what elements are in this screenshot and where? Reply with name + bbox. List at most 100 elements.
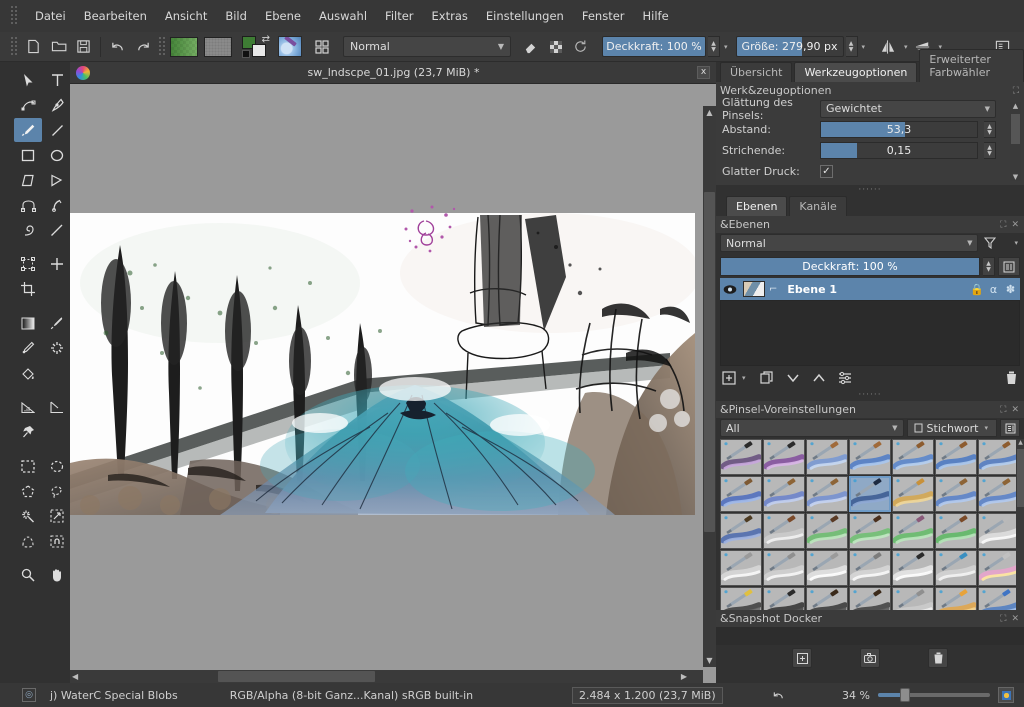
tab-erweiterter-farbwaehler[interactable]: Erweiterter Farbwähler (919, 49, 1024, 82)
tool-measure[interactable] (14, 395, 42, 419)
menu-einstellungen[interactable]: Einstellungen (477, 5, 573, 27)
mirror-horizontal-icon[interactable] (877, 35, 900, 58)
menu-datei[interactable]: Datei (26, 5, 75, 27)
brush-preset[interactable] (806, 439, 848, 475)
tool-assistant[interactable] (43, 395, 71, 419)
brush-preset[interactable] (978, 513, 1020, 549)
docker-splitter-2[interactable]: ······ (716, 390, 1024, 401)
layer-blend-combo[interactable]: Normal ▼ (720, 234, 978, 252)
zoom-slider[interactable] (878, 693, 990, 697)
filter-dropdown-icon[interactable]: ▾ (1012, 239, 1020, 247)
tab-kanaele[interactable]: Kanäle (789, 196, 846, 216)
layer-properties-button[interactable] (838, 371, 852, 385)
document-tab[interactable]: sw_lndscpe_01.jpg (23,7 MiB) * x (70, 62, 716, 84)
tool-multibrush[interactable] (43, 218, 71, 242)
brush-preset[interactable] (935, 476, 977, 512)
alpha-lock-icon[interactable]: α (987, 283, 1000, 296)
brush-preset[interactable] (892, 476, 934, 512)
canvas-viewport[interactable]: ▲ ▼ ◀ ▶ (70, 84, 716, 683)
tool-select-rectangle[interactable] (14, 454, 42, 478)
tool-polyline[interactable] (43, 168, 71, 192)
brush-preset[interactable] (763, 439, 805, 475)
opacity-stepper[interactable]: ▲▼ (708, 36, 720, 57)
tool-select-magic-wand[interactable] (14, 504, 42, 528)
workspace-icon[interactable] (310, 35, 333, 58)
vertical-scroll-thumb[interactable] (704, 192, 715, 532)
brush-preset[interactable] (935, 513, 977, 549)
brush-preset[interactable] (806, 550, 848, 586)
menu-grip[interactable] (11, 6, 17, 26)
menu-bild[interactable]: Bild (216, 5, 256, 27)
tool-bezier-curve[interactable] (14, 193, 42, 217)
snapshot-add-button[interactable] (792, 648, 812, 668)
tool-freehand-brush[interactable] (14, 118, 42, 142)
menu-hilfe[interactable]: Hilfe (634, 5, 678, 27)
close-docker-icon[interactable]: ✕ (1011, 220, 1020, 230)
gradient-swatch[interactable] (170, 37, 198, 57)
float-docker-icon[interactable]: ⛶ (1000, 220, 1007, 230)
preset-settings-icon[interactable] (1000, 419, 1020, 437)
tool-calligraphy[interactable] (43, 93, 71, 117)
background-color-swatch[interactable] (252, 44, 266, 57)
selection-mask-icon[interactable]: ◎ (22, 688, 36, 702)
undo-history-icon[interactable] (772, 689, 785, 702)
brush-preset[interactable] (763, 550, 805, 586)
scroll-left-icon[interactable]: ◀ (72, 670, 78, 683)
preset-grid-scrollbar[interactable]: ▲ ▼ (1016, 439, 1024, 623)
add-layer-button[interactable] (722, 371, 736, 385)
brush-preset[interactable] (763, 476, 805, 512)
tool-select-ellipse[interactable] (43, 454, 71, 478)
float-docker-icon[interactable]: ⛶ (1000, 614, 1007, 624)
brush-preset[interactable] (935, 550, 977, 586)
layer-opacity-slider[interactable]: Deckkraft: 100 % (720, 257, 980, 276)
scroll-down-icon[interactable]: ▼ (703, 656, 716, 665)
scroll-down-icon[interactable]: ▼ (1010, 173, 1021, 181)
snapshot-list[interactable] (716, 627, 1024, 645)
toolbar-grip-2[interactable] (159, 37, 165, 57)
tool-polygon[interactable] (14, 168, 42, 192)
move-layer-down-button[interactable] (786, 372, 800, 384)
tool-move[interactable] (43, 252, 71, 276)
scroll-right-icon[interactable]: ▶ (681, 670, 687, 683)
close-icon[interactable]: x (697, 66, 710, 79)
tool-select-polygon[interactable] (14, 479, 42, 503)
menu-filter[interactable]: Filter (376, 5, 422, 27)
table-row[interactable]: ⌐ Ebene 1 🔒 α ✽ (720, 278, 1020, 300)
zoom-slider-handle[interactable] (900, 688, 910, 702)
canvas-artwork[interactable] (70, 213, 695, 515)
snapshot-delete-button[interactable] (928, 648, 948, 668)
brush-preset[interactable] (849, 476, 891, 512)
tab-werkzeugoptionen[interactable]: Werkzeugoptionen (794, 62, 917, 82)
menu-extras[interactable]: Extras (423, 5, 477, 27)
brush-preset[interactable] (720, 513, 762, 549)
brush-preset[interactable] (978, 439, 1020, 475)
brush-preset[interactable] (849, 513, 891, 549)
tool-options-scroll-thumb[interactable] (1011, 114, 1020, 144)
close-docker-icon[interactable]: ✕ (1011, 405, 1020, 415)
tool-smart-patch[interactable] (43, 336, 71, 360)
open-folder-icon[interactable] (47, 35, 70, 58)
brush-preset[interactable] (806, 476, 848, 512)
brush-preset[interactable] (720, 550, 762, 586)
tool-text[interactable] (43, 68, 71, 92)
tab-ebenen[interactable]: Ebenen (726, 196, 787, 216)
undo-icon[interactable] (106, 35, 129, 58)
brush-preset[interactable] (849, 439, 891, 475)
tool-pan[interactable] (43, 563, 71, 587)
brush-preset[interactable] (892, 439, 934, 475)
brush-preset-grid[interactable] (720, 439, 1020, 623)
menu-bearbeiten[interactable]: Bearbeiten (75, 5, 156, 27)
filter-funnel-icon[interactable] (984, 237, 1006, 249)
preset-tag-button[interactable]: Stichwort ▾ (907, 419, 997, 437)
tool-select-lasso[interactable] (43, 479, 71, 503)
tool-rectangle[interactable] (14, 143, 42, 167)
brush-preset[interactable] (978, 476, 1020, 512)
layer-name[interactable]: Ebene 1 (781, 283, 966, 296)
float-docker-icon[interactable]: ⛶ (1000, 405, 1007, 415)
reload-preset-icon[interactable] (569, 35, 592, 58)
mirror-h-options-icon[interactable]: ▾ (902, 43, 910, 51)
stroke-end-slider[interactable]: 0,15 (820, 142, 978, 159)
brush-preset[interactable] (849, 550, 891, 586)
tool-select-bezier[interactable] (14, 529, 42, 553)
stroke-end-stepper[interactable]: ▲▼ (984, 142, 996, 159)
